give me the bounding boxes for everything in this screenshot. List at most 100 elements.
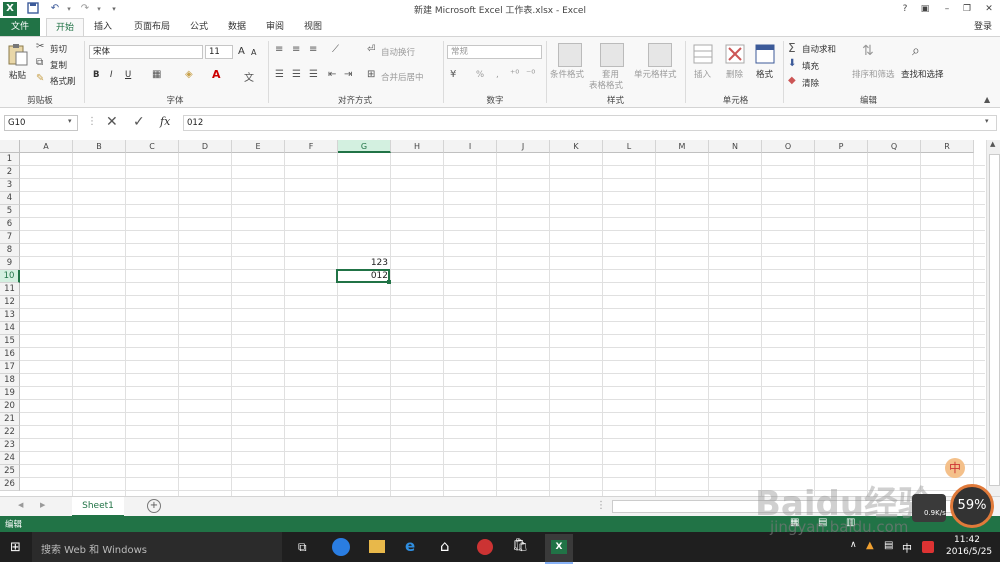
ime-indicator[interactable]: 中 — [902, 540, 912, 555]
phonetic-icon[interactable]: 文 — [244, 69, 254, 84]
tab-review[interactable]: 审阅 — [260, 18, 290, 36]
add-sheet-button[interactable]: + — [147, 499, 161, 513]
cancel-entry-icon[interactable]: ✕ — [106, 114, 118, 130]
row-header-12[interactable]: 12 — [0, 296, 20, 309]
restore-icon[interactable]: ❐ — [958, 2, 976, 16]
row-header-19[interactable]: 19 — [0, 387, 20, 400]
row-header-13[interactable]: 13 — [0, 309, 20, 322]
italic-button[interactable]: I — [110, 70, 113, 80]
column-header-p[interactable]: P — [815, 140, 868, 153]
sort-filter-button[interactable]: 排序和筛选 — [852, 68, 895, 80]
sheet-prev-icon[interactable]: ◀ — [18, 501, 23, 509]
fill-color-icon[interactable]: ◈ — [185, 69, 193, 80]
vertical-scrollbar[interactable]: ▲ — [986, 140, 1000, 496]
copy-button[interactable]: 复制 — [50, 59, 67, 71]
column-header-c[interactable]: C — [126, 140, 179, 153]
column-header-a[interactable]: A — [20, 140, 73, 153]
font-color-button[interactable]: A — [212, 68, 221, 81]
column-header-g[interactable]: G — [338, 140, 391, 153]
align-bottom-icon[interactable]: ≡ — [309, 44, 317, 55]
delete-cells-button[interactable]: 删除 — [726, 68, 743, 80]
clock-date[interactable]: 2016/5/25 — [946, 547, 992, 557]
row-header-25[interactable]: 25 — [0, 465, 20, 478]
column-header-r[interactable]: R — [921, 140, 974, 153]
column-header-h[interactable]: H — [391, 140, 444, 153]
row-header-18[interactable]: 18 — [0, 374, 20, 387]
name-box-dropdown-icon[interactable]: ▾ — [68, 117, 72, 125]
column-header-n[interactable]: N — [709, 140, 762, 153]
font-name-select[interactable]: 宋体 — [89, 45, 203, 59]
clear-button[interactable]: 清除 — [802, 77, 819, 89]
autosum-button[interactable]: 自动求和 — [802, 43, 836, 55]
row-header-24[interactable]: 24 — [0, 452, 20, 465]
column-header-d[interactable]: D — [179, 140, 232, 153]
currency-icon[interactable]: ¥ — [450, 69, 456, 80]
row-header-6[interactable]: 6 — [0, 218, 20, 231]
collapse-ribbon-icon[interactable]: ▲ — [984, 95, 990, 104]
format-painter-button[interactable]: 格式刷 — [50, 75, 76, 87]
close-icon[interactable]: ✕ — [980, 2, 998, 16]
row-header-23[interactable]: 23 — [0, 439, 20, 452]
confirm-entry-icon[interactable]: ✓ — [133, 114, 145, 130]
app-icon[interactable] — [477, 539, 493, 555]
sheet-next-icon[interactable]: ▶ — [40, 501, 45, 509]
store-icon[interactable]: 🛍 — [512, 538, 529, 553]
cut-button[interactable]: 剪切 — [50, 43, 67, 55]
border-icon[interactable]: ▦ — [152, 69, 161, 80]
orientation-icon[interactable]: ⟋ — [332, 44, 339, 55]
speed-widget[interactable]: 0.9K/s — [912, 494, 946, 522]
tab-file[interactable]: 文件 — [0, 18, 40, 36]
merge-center-button[interactable]: 合并后居中 — [381, 71, 424, 83]
row-header-3[interactable]: 3 — [0, 179, 20, 192]
column-header-f[interactable]: F — [285, 140, 338, 153]
cell-g10[interactable]: 012 — [337, 270, 388, 283]
windows-start-icon[interactable]: ⊞ — [10, 540, 21, 555]
sheet-tab-sheet1[interactable]: Sheet1 — [72, 497, 124, 517]
wrap-text-button[interactable]: 自动换行 — [381, 46, 415, 58]
align-left-icon[interactable]: ☰ — [275, 69, 284, 80]
align-right-icon[interactable]: ☰ — [309, 69, 318, 80]
row-header-11[interactable]: 11 — [0, 283, 20, 296]
column-header-i[interactable]: I — [444, 140, 497, 153]
find-select-button[interactable]: 查找和选择 — [901, 68, 944, 80]
expand-formula-icon[interactable]: ▾ — [985, 117, 989, 125]
row-header-8[interactable]: 8 — [0, 244, 20, 257]
column-header-b[interactable]: B — [73, 140, 126, 153]
format-cells-button[interactable]: 格式 — [756, 68, 773, 80]
grow-font-button[interactable]: A — [238, 46, 245, 57]
notification-icon[interactable]: ▤ — [884, 540, 893, 551]
row-header-5[interactable]: 5 — [0, 205, 20, 218]
edge-icon[interactable]: e — [405, 537, 415, 555]
align-center-icon[interactable]: ☰ — [292, 69, 301, 80]
row-header-26[interactable]: 26 — [0, 478, 20, 491]
select-all-corner[interactable] — [0, 140, 20, 153]
increase-decimal-icon[interactable]: ⁺⁰ — [510, 69, 519, 80]
formula-input[interactable]: 012 — [183, 115, 997, 131]
row-header-14[interactable]: 14 — [0, 322, 20, 335]
login-link[interactable]: 登录 — [966, 18, 1000, 36]
task-view-icon[interactable]: ⧉ — [298, 540, 307, 555]
align-middle-icon[interactable]: ≡ — [292, 44, 300, 55]
tray-app-icon[interactable]: ▲ — [866, 540, 874, 551]
row-header-10[interactable]: 10 — [0, 270, 20, 283]
row-header-2[interactable]: 2 — [0, 166, 20, 179]
minimize-icon[interactable]: – — [938, 2, 956, 16]
row-header-20[interactable]: 20 — [0, 400, 20, 413]
number-format-select[interactable]: 常规 — [447, 45, 542, 59]
column-header-o[interactable]: O — [762, 140, 815, 153]
speed-percent-gauge[interactable]: 59% — [950, 484, 994, 528]
tray-chevron-icon[interactable]: ∧ — [850, 540, 857, 550]
home-icon[interactable]: ⌂ — [440, 537, 450, 555]
clock-time[interactable]: 11:42 — [954, 535, 980, 545]
tab-view[interactable]: 视图 — [298, 18, 328, 36]
name-box[interactable]: G10 — [4, 115, 78, 131]
excel-taskbar-button[interactable]: X — [545, 534, 573, 564]
insert-cells-button[interactable]: 插入 — [694, 68, 711, 80]
row-header-4[interactable]: 4 — [0, 192, 20, 205]
fill-handle[interactable] — [387, 280, 391, 284]
column-header-k[interactable]: K — [550, 140, 603, 153]
tab-data[interactable]: 数据 — [222, 18, 252, 36]
increase-indent-icon[interactable]: ⇥ — [344, 69, 352, 80]
row-header-16[interactable]: 16 — [0, 348, 20, 361]
row-header-22[interactable]: 22 — [0, 426, 20, 439]
